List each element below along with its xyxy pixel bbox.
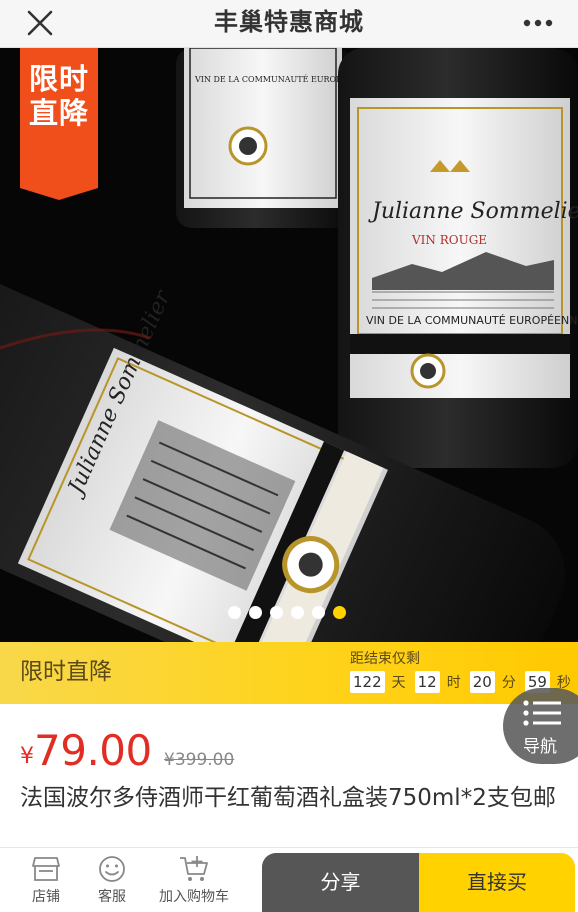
countdown-unit: 天 (391, 675, 406, 691)
store-icon (32, 857, 60, 881)
product-title: 法国波尔多侍酒师干红葡萄酒礼盒装750ml*2支包邮 (20, 785, 556, 811)
page-title: 丰巢特惠商城 (214, 8, 364, 36)
share-button[interactable]: 分享 (262, 853, 419, 912)
buy-now-button[interactable]: 直接买 (419, 853, 575, 912)
countdown-unit: 分 (501, 675, 516, 691)
more-button[interactable] (520, 10, 556, 36)
svg-text:VIN ROUGE: VIN ROUGE (411, 233, 487, 247)
price-section: ¥ 79.00 ¥399.00 (0, 704, 578, 784)
limited-time-badge-text: 限时直降 (28, 62, 89, 130)
carousel-dot[interactable] (249, 606, 262, 619)
countdown-caption: 距结束仅剩 (350, 651, 420, 667)
countdown-days: 122 (350, 671, 385, 693)
customer-service-label: 客服 (98, 889, 126, 905)
store-button[interactable]: 店铺 (18, 848, 74, 912)
floating-nav-label: 导航 (523, 737, 557, 757)
carousel-dot[interactable] (228, 606, 241, 619)
store-label: 店铺 (32, 889, 60, 905)
top-bar: 丰巢特惠商城 (0, 0, 578, 48)
add-to-cart-icon (180, 856, 208, 881)
original-price: ¥399.00 (164, 750, 235, 770)
more-dots-icon (523, 19, 553, 27)
product-image-carousel[interactable]: VIN DE LA COMMUNAUTÉ EUROPÉENNE Julianne… (0, 48, 578, 642)
flash-sale-banner: 限时直降 距结束仅剩 122 天 12 时 20 分 59 秒 (0, 642, 578, 704)
bottom-action-bar: 店铺 客服 加入购物车 分享 直接买 (0, 847, 578, 912)
flash-sale-label: 限时直降 (20, 659, 112, 685)
carousel-dot[interactable] (291, 606, 304, 619)
floating-nav-button[interactable]: 导航 (503, 688, 578, 764)
carousel-dot[interactable] (270, 606, 283, 619)
sale-price: 79.00 (34, 726, 152, 775)
carousel-dot[interactable] (312, 606, 325, 619)
countdown-minutes: 20 (469, 671, 495, 693)
add-to-cart-button[interactable]: 加入购物车 (150, 848, 238, 912)
customer-service-icon (99, 856, 125, 882)
countdown-unit: 时 (446, 675, 461, 691)
carousel-dot-active[interactable] (333, 606, 346, 619)
add-to-cart-label: 加入购物车 (159, 889, 229, 905)
countdown-hours: 12 (414, 671, 440, 693)
menu-icon (523, 700, 561, 726)
carousel-indicator (228, 606, 346, 622)
svg-text:Julianne Sommelier: Julianne Sommelier (368, 199, 578, 224)
currency-symbol: ¥ (20, 744, 34, 769)
customer-service-button[interactable]: 客服 (84, 848, 140, 912)
product-page: 丰巢特惠商城 VIN DE LA COMMUNAUTÉ EUROPÉENNE J… (0, 0, 578, 912)
svg-text:VIN DE LA COMMUNAUTÉ EUROPÉENN: VIN DE LA COMMUNAUTÉ EUROPÉENNE (366, 314, 578, 327)
